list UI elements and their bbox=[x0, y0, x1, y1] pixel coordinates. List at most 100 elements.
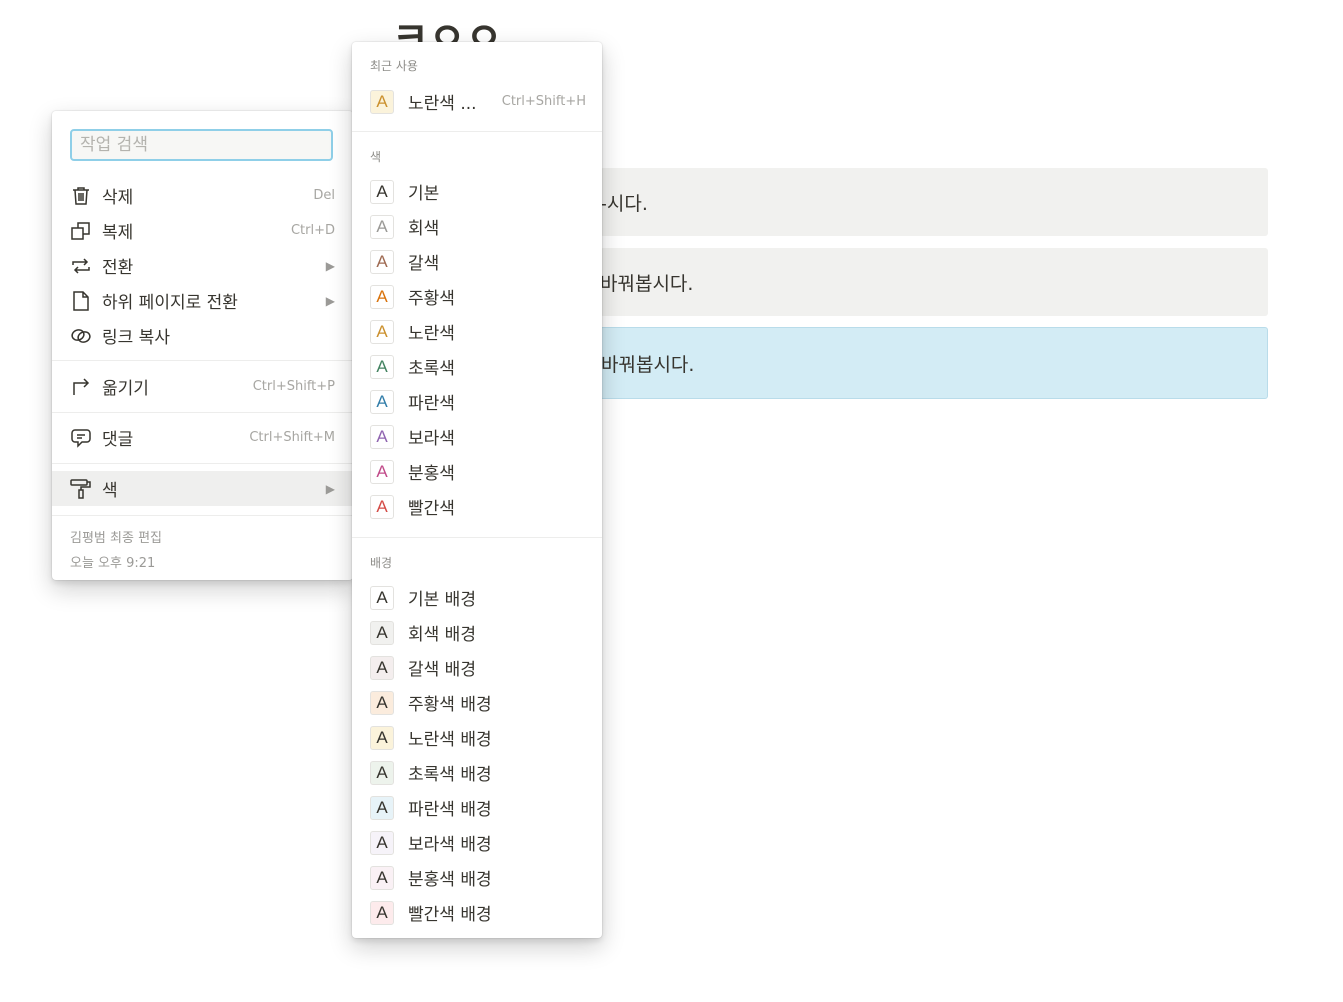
color-option-label: 갈색 배경 bbox=[408, 660, 476, 680]
color-option-label: 분홍색 bbox=[408, 464, 455, 484]
color-swatch: A bbox=[370, 655, 394, 680]
color-swatch: A bbox=[370, 865, 394, 890]
text-block-selected[interactable]: 바꿔봅시다. bbox=[600, 327, 1268, 399]
color-swatch: A bbox=[370, 795, 394, 820]
menu-item-comment[interactable]: 댓글 Ctrl+Shift+M bbox=[52, 420, 353, 455]
menu-item-move[interactable]: 옮기기 Ctrl+Shift+P bbox=[52, 369, 353, 404]
color-swatch: A bbox=[370, 89, 394, 114]
color-option-label: 노란색 bbox=[408, 324, 455, 344]
color-option-label: 보라색 배경 bbox=[408, 835, 492, 855]
menu-item-label: 옮기기 bbox=[102, 379, 149, 399]
color-option-text[interactable]: A 기본 bbox=[352, 174, 602, 209]
last-edited-time: 오늘 오후 9:21 bbox=[70, 556, 156, 571]
menu-item-turn-into[interactable]: 전환 ▶ bbox=[52, 248, 353, 283]
color-option-label: 갈색 bbox=[408, 254, 440, 274]
block-text: 바꿔봅시다. bbox=[600, 272, 694, 295]
paint-roller-icon bbox=[70, 478, 92, 500]
color-swatch: A bbox=[370, 690, 394, 715]
menu-item-color[interactable]: 색 ▶ bbox=[52, 471, 353, 506]
submenu-arrow-icon: ▶ bbox=[325, 293, 335, 308]
comment-icon bbox=[70, 427, 92, 449]
menu-item-copy-link[interactable]: 링크 복사 bbox=[52, 318, 353, 353]
color-option-label: 빨간색 배경 bbox=[408, 905, 492, 925]
color-swatch: A bbox=[370, 585, 394, 610]
section-title-background: 배경 bbox=[370, 556, 393, 570]
block-action-menu: 삭제 Del 복제 Ctrl+D 전환 ▶ 하위 페이지로 전환 ▶ 링크 복사 bbox=[52, 111, 353, 580]
color-option-background[interactable]: A 빨간색 배경 bbox=[352, 895, 602, 930]
color-option-background[interactable]: A 초록색 배경 bbox=[352, 755, 602, 790]
color-option-background[interactable]: A 주황색 배경 bbox=[352, 685, 602, 720]
menu-item-label: 색 bbox=[102, 481, 118, 501]
color-option-background[interactable]: A 갈색 배경 bbox=[352, 650, 602, 685]
color-swatch: A bbox=[370, 354, 394, 379]
color-swatch: A bbox=[370, 319, 394, 344]
menu-item-label: 댓글 bbox=[102, 430, 134, 450]
color-option-text[interactable]: A 보라색 bbox=[352, 419, 602, 454]
menu-item-label: 링크 복사 bbox=[102, 328, 170, 348]
color-option-text[interactable]: A 초록색 bbox=[352, 349, 602, 384]
divider bbox=[52, 463, 353, 464]
color-option-background[interactable]: A 보라색 배경 bbox=[352, 825, 602, 860]
color-option-background[interactable]: A 기본 배경 bbox=[352, 580, 602, 615]
color-option-text[interactable]: A 노란색 bbox=[352, 314, 602, 349]
divider bbox=[52, 360, 353, 361]
color-option-label: 노란색 ... bbox=[408, 94, 477, 114]
color-option-text[interactable]: A 분홍색 bbox=[352, 454, 602, 489]
menu-item-delete[interactable]: 삭제 Del bbox=[52, 178, 353, 213]
color-option-recent[interactable]: A 노란색 ... Ctrl+Shift+H bbox=[352, 84, 602, 119]
menu-item-turn-into-subpage[interactable]: 하위 페이지로 전환 ▶ bbox=[52, 283, 353, 318]
color-option-label: 파란색 bbox=[408, 394, 455, 414]
color-option-text[interactable]: A 파란색 bbox=[352, 384, 602, 419]
menu-item-duplicate[interactable]: 복제 Ctrl+D bbox=[52, 213, 353, 248]
color-option-background[interactable]: A 파란색 배경 bbox=[352, 790, 602, 825]
trash-icon bbox=[70, 185, 92, 207]
color-option-label: 초록색 bbox=[408, 359, 455, 379]
last-edited-by: 김평범 최종 편집 bbox=[70, 531, 162, 546]
color-swatch: A bbox=[370, 494, 394, 519]
color-option-text[interactable]: A 빨간색 bbox=[352, 489, 602, 524]
color-submenu: 최근 사용 A 노란색 ... Ctrl+Shift+H 색 A 기본 A 회색 A 갈색… bbox=[352, 42, 602, 938]
menu-item-shortcut: Ctrl+Shift+P bbox=[252, 379, 335, 394]
color-swatch: A bbox=[370, 214, 394, 239]
text-block[interactable]: -시다. bbox=[600, 168, 1268, 236]
color-option-label: 기본 배경 bbox=[408, 590, 476, 610]
page-icon bbox=[70, 290, 92, 312]
color-option-background[interactable]: A 회색 배경 bbox=[352, 615, 602, 650]
move-icon bbox=[70, 376, 92, 398]
color-option-label: 초록색 배경 bbox=[408, 765, 492, 785]
submenu-arrow-icon: ▶ bbox=[325, 481, 335, 496]
color-swatch: A bbox=[370, 424, 394, 449]
color-option-background[interactable]: A 노란색 배경 bbox=[352, 720, 602, 755]
section-title-recent: 최근 사용 bbox=[370, 59, 418, 73]
color-option-label: 빨간색 bbox=[408, 499, 455, 519]
section-title-text-color: 색 bbox=[370, 150, 382, 164]
color-option-label: 보라색 bbox=[408, 429, 455, 449]
divider bbox=[352, 537, 602, 538]
menu-item-label: 전환 bbox=[102, 258, 134, 278]
duplicate-icon bbox=[70, 220, 92, 242]
color-swatch: A bbox=[370, 459, 394, 484]
color-option-text[interactable]: A 갈색 bbox=[352, 244, 602, 279]
action-search-input[interactable] bbox=[70, 129, 333, 161]
color-option-background[interactable]: A 분홍색 배경 bbox=[352, 860, 602, 895]
color-option-text[interactable]: A 주황색 bbox=[352, 279, 602, 314]
menu-item-label: 하위 페이지로 전환 bbox=[102, 293, 238, 313]
submenu-arrow-icon: ▶ bbox=[325, 258, 335, 273]
color-option-label: 주황색 배경 bbox=[408, 695, 492, 715]
color-swatch: A bbox=[370, 179, 394, 204]
color-option-text[interactable]: A 회색 bbox=[352, 209, 602, 244]
color-option-label: 기본 bbox=[408, 184, 440, 204]
color-swatch: A bbox=[370, 620, 394, 645]
text-block[interactable]: 바꿔봅시다. bbox=[600, 248, 1268, 316]
menu-item-shortcut: Ctrl+D bbox=[290, 223, 335, 238]
color-swatch: A bbox=[370, 284, 394, 309]
color-option-shortcut: Ctrl+Shift+H bbox=[501, 94, 586, 109]
turn-into-icon bbox=[70, 255, 92, 277]
color-swatch: A bbox=[370, 830, 394, 855]
color-option-label: 노란색 배경 bbox=[408, 730, 492, 750]
color-option-label: 회색 bbox=[408, 219, 440, 239]
color-swatch: A bbox=[370, 389, 394, 414]
link-icon bbox=[70, 325, 92, 347]
divider bbox=[52, 412, 353, 413]
color-swatch: A bbox=[370, 249, 394, 274]
